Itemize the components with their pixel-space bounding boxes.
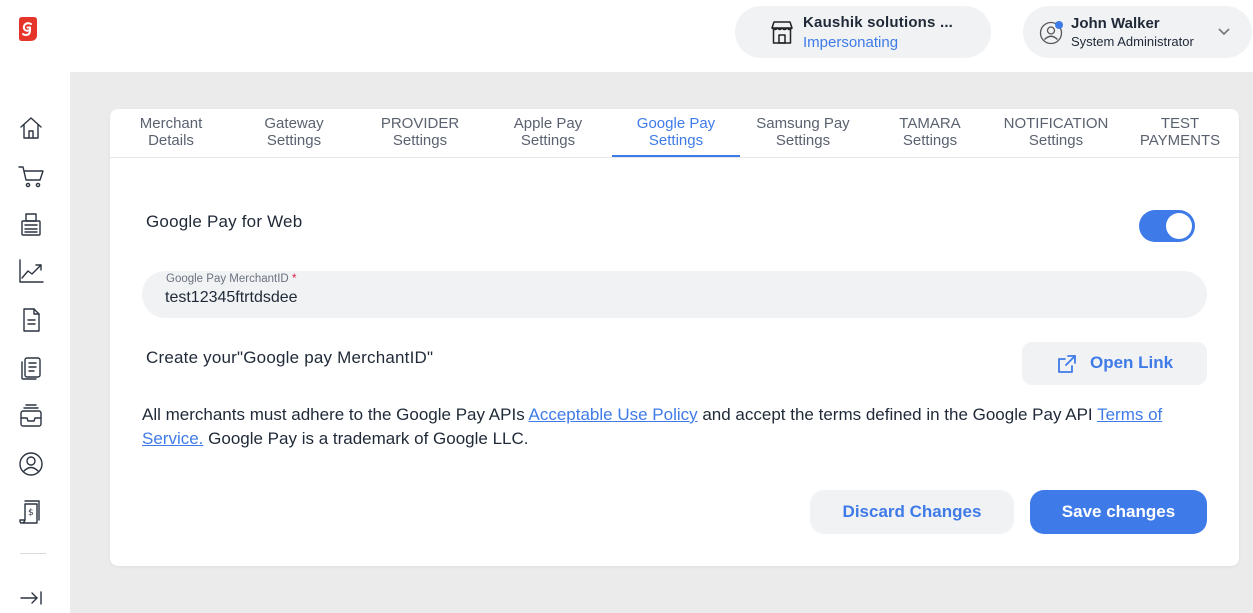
online-status-dot xyxy=(1055,21,1063,29)
merchant-id-field[interactable]: Google Pay MerchantID * xyxy=(142,271,1207,318)
analytics-trend-icon[interactable] xyxy=(16,256,46,286)
save-changes-button[interactable]: Save changes xyxy=(1030,490,1207,534)
user-name: John Walker xyxy=(1071,15,1160,32)
merchant-name: Kaushik solutions ... xyxy=(803,14,954,31)
tab-label-line2: Settings xyxy=(520,132,576,149)
tab-test-payments[interactable]: TEST PAYMENTS xyxy=(1132,115,1228,157)
tab-label-line1: Samsung Pay xyxy=(756,115,850,132)
tab-gateway-settings[interactable]: Gateway Settings xyxy=(246,115,342,157)
google-pay-web-toggle[interactable] xyxy=(1139,210,1195,242)
store-icon xyxy=(769,19,795,45)
google-pay-web-label: Google Pay for Web xyxy=(146,212,303,231)
merchant-switcher[interactable]: Kaushik solutions ... Impersonating xyxy=(735,6,991,58)
tab-label-line2: PAYMENTS xyxy=(1139,132,1221,149)
tab-google-pay-settings[interactable]: Google Pay Settings xyxy=(612,115,740,157)
create-merchant-id-label: Create your"Google pay MerchantID" xyxy=(146,348,434,367)
tab-label-line1: Merchant xyxy=(139,115,203,132)
tab-label-line2: Settings xyxy=(648,132,704,149)
tab-label-line1: TAMARA xyxy=(899,115,961,132)
tab-notification-settings[interactable]: NOTIFICATION Settings xyxy=(996,115,1116,157)
acceptable-use-policy-link[interactable]: Acceptable Use Policy xyxy=(528,405,697,424)
discard-changes-button[interactable]: Discard Changes xyxy=(810,490,1014,534)
open-link-label: Open Link xyxy=(1090,353,1174,372)
settings-tabs: Merchant Details Gateway Settings PROVID… xyxy=(110,109,1239,158)
tab-label-line2: Settings xyxy=(902,132,958,149)
tab-label-line2: Settings xyxy=(392,132,448,149)
tab-label-line2: Details xyxy=(148,132,194,149)
tab-label-line2: Settings xyxy=(1028,132,1084,149)
inbox-archive-icon[interactable] xyxy=(16,401,46,431)
tab-label-line1: Apple Pay xyxy=(513,115,583,132)
pos-terminal-icon[interactable] xyxy=(16,209,46,239)
policy-text: Google Pay is a trademark of Google LLC. xyxy=(203,429,529,448)
open-link-button[interactable]: Open Link xyxy=(1022,342,1207,385)
tab-apple-pay-settings[interactable]: Apple Pay Settings xyxy=(496,115,600,157)
receipts-icon[interactable] xyxy=(16,353,46,383)
tab-provider-settings[interactable]: PROVIDER Settings xyxy=(366,115,474,157)
user-profile-icon[interactable] xyxy=(16,449,46,479)
collapse-sidebar-icon[interactable] xyxy=(16,583,46,613)
tab-label-line2: Settings xyxy=(266,132,322,149)
settings-card: Merchant Details Gateway Settings PROVID… xyxy=(110,109,1239,566)
tab-label-line1: Google Pay xyxy=(636,115,716,132)
document-icon[interactable] xyxy=(16,305,46,335)
merchant-id-label: Google Pay MerchantID * xyxy=(166,273,296,285)
merchant-id-label-text: Google Pay MerchantID xyxy=(166,273,289,285)
policy-notice: All merchants must adhere to the Google … xyxy=(142,403,1202,451)
toggle-knob xyxy=(1166,213,1192,239)
user-role: System Administrator xyxy=(1071,34,1194,49)
tab-label-line1: PROVIDER xyxy=(380,115,460,132)
policy-text: All merchants must adhere to the Google … xyxy=(142,405,529,424)
main-content: Merchant Details Gateway Settings PROVID… xyxy=(70,72,1253,613)
impersonating-status: Impersonating xyxy=(803,34,899,51)
svg-text:$: $ xyxy=(28,508,34,518)
tab-label-line1: TEST xyxy=(1160,115,1200,132)
policy-text: and accept the terms defined in the Goog… xyxy=(697,405,1098,424)
tab-merchant-details[interactable]: Merchant Details xyxy=(123,115,219,157)
sidebar-divider xyxy=(20,553,46,554)
brand-logo-icon[interactable] xyxy=(16,16,38,42)
chevron-down-icon[interactable] xyxy=(1217,24,1231,38)
tab-label-line1: NOTIFICATION xyxy=(1003,115,1109,132)
tab-tamara-settings[interactable]: TAMARA Settings xyxy=(882,115,978,157)
cart-icon[interactable] xyxy=(16,161,46,191)
top-header: Kaushik solutions ... Impersonating John… xyxy=(70,0,1253,72)
user-menu[interactable]: John Walker System Administrator xyxy=(1023,6,1252,58)
sidebar: $ xyxy=(0,0,70,613)
external-link-icon xyxy=(1056,353,1078,375)
home-icon[interactable] xyxy=(16,113,46,143)
tab-label-line2: Settings xyxy=(775,132,831,149)
tab-label-line1: Gateway xyxy=(264,115,324,132)
merchant-id-input[interactable] xyxy=(165,287,1065,309)
tab-samsung-pay-settings[interactable]: Samsung Pay Settings xyxy=(748,115,858,157)
required-asterisk: * xyxy=(291,273,297,285)
invoice-dollar-icon[interactable]: $ xyxy=(16,497,46,527)
